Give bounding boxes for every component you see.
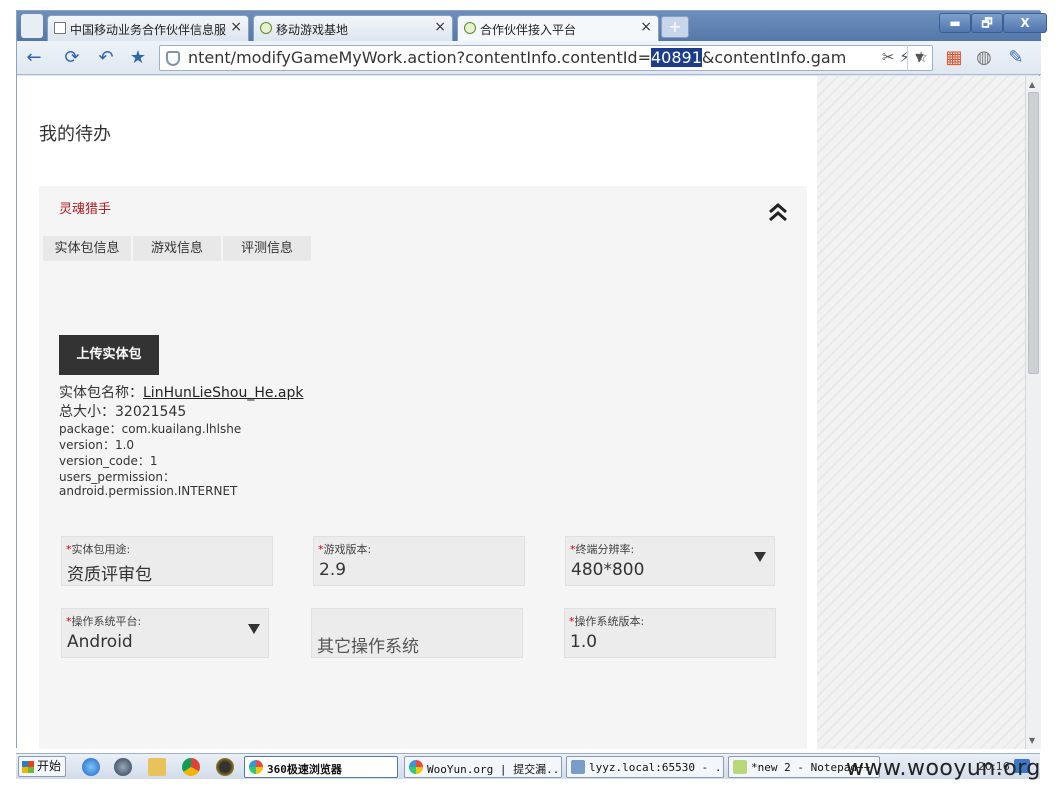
tab-close-icon[interactable]: × [230, 19, 242, 35]
tab-game-info[interactable]: 游戏信息 [133, 236, 221, 261]
dropdown-caret-icon [754, 552, 766, 562]
game-panel: 灵魂猎手 实体包信息 游戏信息 评测信息 上传实体包 实体包名称：LinHunL… [39, 186, 807, 749]
address-bar[interactable]: ntent/modifyGameMyWork.action?contentInf… [159, 45, 933, 71]
refresh-icon[interactable]: ⟳ [61, 47, 83, 69]
permission-label: users_permission： [59, 470, 175, 484]
game-version-field[interactable]: *游戏版本: 2.9 [313, 536, 525, 586]
address-dropdown-icon[interactable]: ▼ [907, 45, 931, 71]
package-name-line: 实体包名称：LinHunLieShou_He.apk [59, 385, 304, 401]
notepad-icon [733, 760, 747, 774]
os-version-field[interactable]: *操作系统版本: 1.0 [564, 608, 776, 658]
scroll-down-icon[interactable]: ▼ [1029, 736, 1035, 745]
web-page: 我的待办 灵魂猎手 实体包信息 游戏信息 评测信息 上传实体包 实体包名称：Li… [17, 76, 817, 749]
game-name: 灵魂猎手 [59, 202, 112, 217]
task-remote-desktop[interactable]: lyyz.local:65530 - ... [566, 756, 724, 778]
tab-partner-platform[interactable]: 合作伙伴接入平台 × [457, 15, 659, 41]
tab-cmcc-partner[interactable]: 中国移动业务合作伙伴信息服 × [47, 15, 249, 41]
wrench-menu-icon[interactable]: ✎ [1005, 47, 1027, 69]
favorite-star-icon[interactable]: ★ [127, 47, 149, 69]
site-icon [464, 22, 476, 34]
package-version: version：1.0 [59, 438, 135, 452]
folder-icon[interactable] [148, 758, 166, 776]
close-window-button[interactable]: X [1003, 13, 1047, 33]
tab-package-info[interactable]: 实体包信息 [43, 236, 131, 261]
ie-icon[interactable] [82, 758, 100, 776]
minimize-button[interactable]: ▬ [939, 13, 971, 33]
globe-icon[interactable]: ◍ [973, 47, 995, 69]
tab-strip: 中国移动业务合作伙伴信息服 × 移动游戏基地 × 合作伙伴接入平台 × + ▬ … [17, 11, 1047, 41]
360-browser-icon [249, 760, 263, 774]
restore-button[interactable]: 🗗 [971, 13, 1003, 33]
resolution-value: 480*800 [571, 560, 645, 580]
scroll-up-icon[interactable]: ▲ [1029, 80, 1035, 89]
chrome-icon[interactable] [182, 758, 200, 776]
package-version-code: version_code：1 [59, 454, 158, 468]
upload-package-button[interactable]: 上传实体包 [59, 335, 159, 375]
page-background-margin [817, 76, 1025, 749]
tab-label: 合作伙伴接入平台 [480, 23, 577, 37]
apps-grid-icon[interactable]: ▦ [943, 47, 965, 69]
collapse-chevron-icon[interactable] [767, 202, 789, 224]
browser-toolbar: ← ⟳ ↶ ★ ntent/modifyGameMyWork.action?co… [17, 41, 1041, 75]
tab-close-icon[interactable]: × [640, 19, 652, 35]
new-tab-button[interactable]: + [661, 16, 689, 38]
other-os-placeholder: 其它操作系统 [317, 637, 419, 657]
tab-close-icon[interactable]: × [434, 19, 446, 35]
360-browser-icon [409, 760, 423, 774]
shield-icon [166, 51, 180, 66]
dropdown-caret-icon [248, 624, 260, 634]
tab-mobile-game-base[interactable]: 移动游戏基地 × [253, 15, 453, 41]
tab-review-info[interactable]: 评测信息 [223, 236, 311, 261]
site-icon [260, 22, 272, 34]
page-title: 我的待办 [39, 124, 111, 145]
os-version-value: 1.0 [570, 632, 598, 652]
steam-icon[interactable] [114, 758, 132, 776]
task-wooyun[interactable]: WooYun.org | 提交漏... [404, 756, 562, 778]
package-id: package：com.kuailang.lhlshe [59, 422, 242, 436]
permission-value: android.permission.INTERNET [59, 484, 238, 498]
other-os-field[interactable]: 其它操作系统 [311, 608, 523, 658]
url-text[interactable]: ntent/modifyGameMyWork.action?contentInf… [188, 48, 846, 67]
usage-value: 资质评审包 [67, 565, 152, 585]
vertical-scrollbar[interactable]: ▲ ▼ [1025, 76, 1041, 749]
usage-field[interactable]: *实体包用途: 资质评审包 [61, 536, 273, 586]
browser-window: 中国移动业务合作伙伴信息服 × 移动游戏基地 × 合作伙伴接入平台 × + ▬ … [16, 10, 1047, 749]
package-file-link[interactable]: LinHunLieShou_He.apk [143, 385, 304, 401]
user-avatar-icon[interactable] [21, 14, 43, 38]
watermark: www.wooyun.org [846, 756, 1041, 781]
document-icon [54, 22, 66, 34]
package-size: 总大小：32021545 [59, 404, 187, 420]
undo-close-icon[interactable]: ↶ [95, 47, 117, 69]
os-platform-value: Android [67, 632, 133, 652]
start-button[interactable]: 开始 [18, 756, 66, 777]
os-platform-select[interactable]: *操作系统平台: Android [61, 608, 269, 658]
page-viewport: 我的待办 灵魂猎手 实体包信息 游戏信息 评测信息 上传实体包 实体包名称：Li… [17, 76, 1041, 749]
game-version-value: 2.9 [319, 560, 347, 580]
qq-icon[interactable] [216, 758, 234, 776]
resolution-select[interactable]: *终端分辨率: 480*800 [565, 536, 775, 586]
task-360-browser[interactable]: 360极速浏览器 [244, 756, 398, 778]
scrollbar-thumb[interactable] [1028, 92, 1039, 374]
tab-label: 移动游戏基地 [276, 23, 349, 37]
back-icon[interactable]: ← [23, 47, 45, 69]
windows-logo-icon [22, 761, 34, 773]
remote-desktop-icon [571, 760, 585, 774]
tab-label: 中国移动业务合作伙伴信息服 [70, 23, 227, 37]
url-selected-text: 40891 [651, 48, 702, 67]
